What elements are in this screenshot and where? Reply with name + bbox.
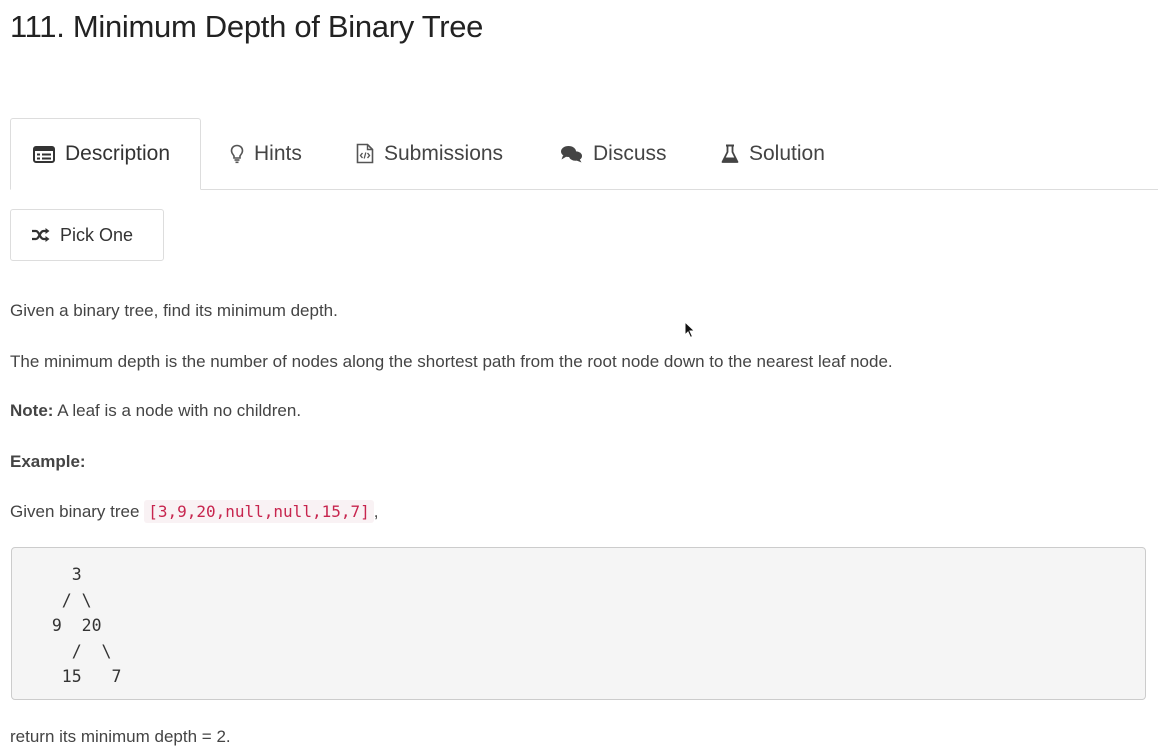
page-title: 111. Minimum Depth of Binary Tree	[10, 9, 484, 44]
mouse-cursor-icon	[684, 320, 696, 339]
tree-line: 9 20	[32, 616, 102, 635]
example-given: Given binary tree [3,9,20,null,null,15,7…	[10, 500, 379, 523]
given-prefix: Given binary tree	[10, 502, 145, 521]
description-icon	[33, 145, 55, 163]
tab-hints-label: Hints	[254, 141, 302, 165]
flask-icon	[721, 144, 739, 164]
comments-icon	[560, 145, 583, 163]
given-suffix: ,	[373, 502, 379, 521]
tree-line: / \	[32, 641, 112, 661]
description-definition: The minimum depth is the number of nodes…	[10, 352, 893, 371]
description-intro: Given a binary tree, find its minimum de…	[10, 301, 338, 320]
tab-discuss-label: Discuss	[593, 141, 667, 165]
note-text: A leaf is a node with no children.	[53, 401, 302, 420]
description-note: Note: A leaf is a node with no children.	[10, 401, 301, 421]
tree-code-block: 3 / \ 9 20 / \ 15 7	[11, 547, 1146, 700]
given-tree-code: [3,9,20,null,null,15,7]	[144, 500, 374, 523]
note-label: Note:	[10, 401, 54, 420]
code-file-icon	[356, 143, 374, 164]
pick-one-button[interactable]: Pick One	[10, 209, 164, 261]
tab-discuss[interactable]: Discuss	[560, 118, 667, 189]
pick-one-label: Pick One	[60, 224, 134, 245]
result-text: return its minimum depth = 2.	[10, 727, 231, 746]
tree-line: / \	[32, 590, 92, 610]
tree-line: 15 7	[32, 667, 122, 686]
lightbulb-icon	[230, 144, 244, 164]
example-heading: Example:	[10, 452, 86, 472]
tab-submissions[interactable]: Submissions	[356, 118, 503, 189]
tab-solution[interactable]: Solution	[721, 118, 825, 189]
tab-submissions-label: Submissions	[384, 141, 504, 165]
example-label: Example:	[10, 452, 86, 471]
tab-hints[interactable]: Hints	[230, 118, 302, 189]
tab-solution-label: Solution	[749, 141, 825, 165]
tree-line: 3	[32, 565, 82, 584]
tab-description[interactable]: Description	[10, 118, 201, 190]
tab-bar: Description Hints Submissions Discuss So…	[10, 118, 1158, 190]
shuffle-icon	[31, 227, 51, 243]
tab-description-label: Description	[65, 142, 171, 165]
